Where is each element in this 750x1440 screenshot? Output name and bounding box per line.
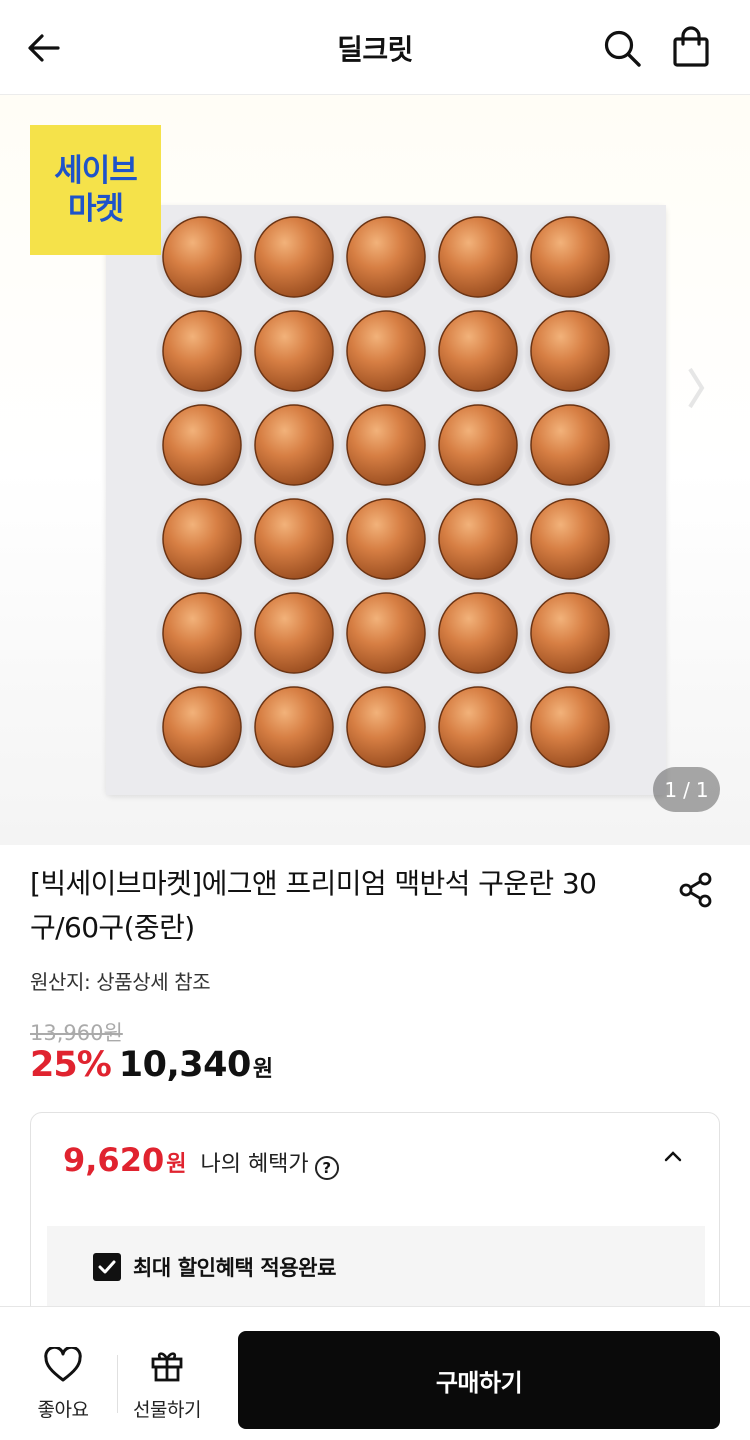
chevron-right-icon[interactable]: [686, 365, 706, 411]
checkmark-icon: [98, 1260, 116, 1274]
egg-tray-graphic: [106, 205, 666, 795]
egg: [530, 216, 610, 298]
chevron-up-icon[interactable]: [663, 1149, 683, 1163]
egg: [162, 216, 242, 298]
egg: [346, 216, 426, 298]
egg: [346, 498, 426, 580]
egg: [346, 592, 426, 674]
egg: [530, 404, 610, 486]
egg: [438, 592, 518, 674]
gift-button[interactable]: 선물하기: [122, 1347, 212, 1422]
egg: [438, 404, 518, 486]
benefit-price-currency: 원: [166, 1152, 187, 1177]
help-icon[interactable]: ?: [314, 1156, 339, 1180]
benefit-price-row[interactable]: 9,620 원 나의 혜택가 ?: [63, 1141, 339, 1180]
price-row: 25% 10,340 원: [30, 1045, 273, 1085]
search-icon[interactable]: [600, 26, 644, 70]
egg: [254, 592, 334, 674]
egg: [346, 310, 426, 392]
max-discount-check-row[interactable]: 최대 할인혜택 적용완료: [93, 1252, 336, 1282]
shopping-bag-icon[interactable]: [668, 24, 714, 70]
badge-line-2: 마켓: [67, 191, 124, 227]
egg: [530, 310, 610, 392]
heart-icon: [44, 1347, 82, 1382]
egg: [346, 686, 426, 768]
badge-line-1: 세이브: [54, 153, 138, 189]
counter-total: 1: [695, 777, 709, 802]
top-app-bar: 딜크릿: [0, 0, 750, 95]
egg: [530, 686, 610, 768]
egg: [254, 216, 334, 298]
egg: [162, 310, 242, 392]
egg: [162, 404, 242, 486]
max-discount-label: 최대 할인혜택 적용완료: [133, 1256, 337, 1280]
buy-button[interactable]: 구매하기: [238, 1331, 720, 1429]
egg: [346, 404, 426, 486]
egg: [162, 592, 242, 674]
sale-price-currency: 원: [252, 1057, 274, 1082]
egg: [438, 310, 518, 392]
sale-price: 10,340: [118, 1045, 252, 1085]
egg: [438, 216, 518, 298]
benefit-price-panel: 9,620 원 나의 혜택가 ? 최대 할인혜택 적용완료: [30, 1112, 720, 1332]
egg: [254, 310, 334, 392]
image-counter: 1 / 1: [653, 767, 720, 812]
share-icon[interactable]: [676, 870, 716, 910]
checkbox-checked[interactable]: [93, 1253, 121, 1281]
egg: [530, 592, 610, 674]
bottom-action-bar: 좋아요 선물하기 구매하기: [0, 1306, 750, 1440]
discount-rate: 25%: [30, 1045, 112, 1085]
egg: [162, 686, 242, 768]
counter-separator: /: [683, 777, 690, 802]
like-label: 좋아요: [37, 1399, 89, 1421]
save-market-badge: 세이브 마켓: [30, 125, 161, 255]
egg-tray-image: [106, 205, 666, 795]
benefit-price: 9,620: [63, 1141, 165, 1179]
counter-current: 1: [664, 777, 678, 802]
divider: [117, 1355, 118, 1413]
egg: [254, 686, 334, 768]
gift-label: 선물하기: [133, 1399, 201, 1421]
original-price: 13,960원: [30, 1021, 123, 1045]
egg: [162, 498, 242, 580]
egg: [438, 686, 518, 768]
egg: [254, 404, 334, 486]
egg: [438, 498, 518, 580]
gift-icon: [151, 1352, 183, 1382]
egg: [254, 498, 334, 580]
like-button[interactable]: 좋아요: [18, 1347, 108, 1422]
benefit-label: 나의 혜택가: [200, 1152, 309, 1177]
product-title: [빅세이브마켓]에그앤 프리미엄 맥반석 구운란 30구/60구(중란): [30, 867, 597, 944]
product-image-carousel[interactable]: 세이브 마켓 1 / 1: [0, 95, 750, 845]
origin-info: 원산지: 상품상세 참조: [30, 970, 211, 994]
egg: [530, 498, 610, 580]
